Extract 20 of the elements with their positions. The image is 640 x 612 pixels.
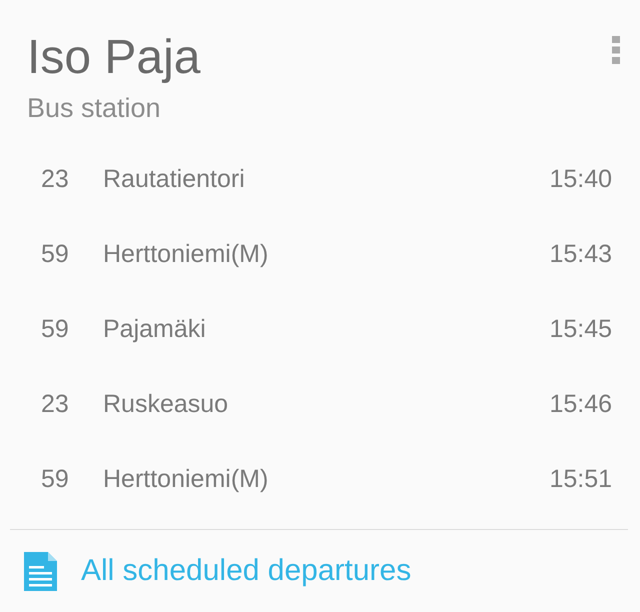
destination: Herttoniemi(M) (103, 240, 270, 269)
route-number: 59 (41, 315, 70, 344)
departure-time: 15:45 (549, 315, 612, 344)
route-number: 23 (41, 390, 70, 419)
destination: Ruskeasuo (103, 390, 230, 419)
destination: Pajamäki (103, 315, 207, 344)
departure-time: 15:40 (549, 165, 612, 194)
departure-time: 15:51 (549, 465, 612, 494)
stop-title: Iso Paja (27, 30, 200, 86)
destination: Rautatientori (103, 165, 246, 194)
more-options-icon[interactable] (612, 36, 620, 64)
all-departures-link[interactable]: All scheduled departures (24, 552, 412, 590)
document-icon (24, 552, 57, 590)
departure-time: 15:43 (549, 240, 612, 269)
destination: Herttoniemi(M) (103, 465, 270, 494)
stop-type: Bus station (27, 93, 161, 123)
route-number: 23 (41, 165, 70, 194)
departure-time: 15:46 (549, 390, 612, 419)
route-number: 59 (41, 240, 70, 269)
route-number: 59 (41, 465, 70, 494)
